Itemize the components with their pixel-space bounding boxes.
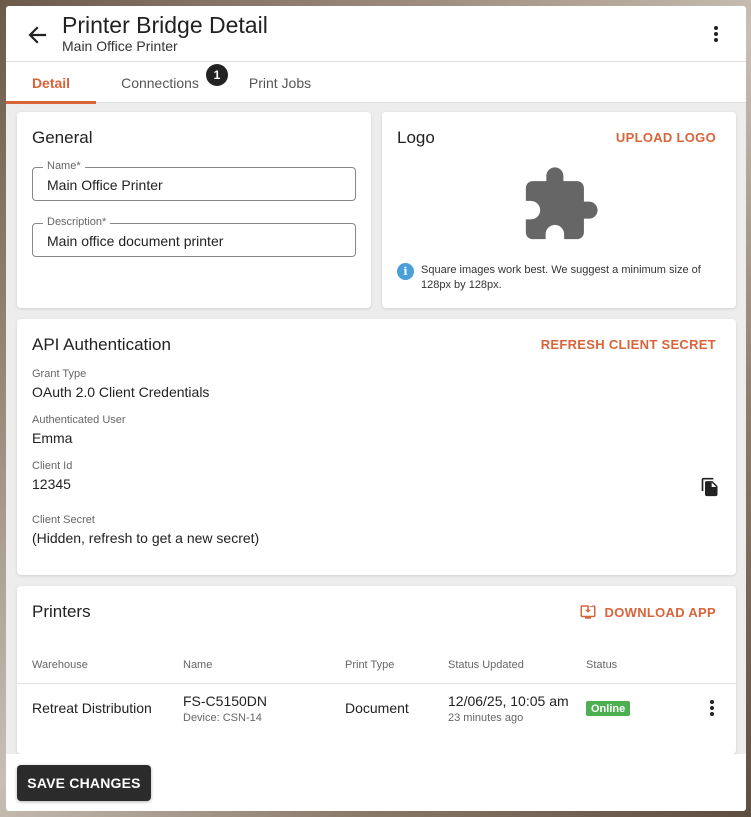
general-card: General Name* Main Office Printer Descri… — [17, 112, 371, 308]
description-field-value: Main office document printer — [47, 233, 224, 249]
row-status-updated-relative: 23 minutes ago — [448, 712, 524, 724]
row-printer-name: FS-C5150DN — [183, 693, 268, 709]
tab-print-jobs[interactable]: Print Jobs — [234, 62, 326, 103]
status-badge: Online — [586, 701, 631, 716]
logo-info-note: i Square images work best. We suggest a … — [397, 263, 722, 293]
description-field[interactable]: Description* Main office document printe… — [32, 216, 356, 257]
client-id-value: 12345 — [32, 476, 71, 492]
tab-bar: Detail Connections 1 Print Jobs — [6, 62, 746, 104]
page-title: Printer Bridge Detail — [62, 12, 268, 38]
description-field-label: Description* — [43, 216, 111, 228]
client-secret-label: Client Secret — [32, 514, 95, 526]
name-field[interactable]: Name* Main Office Printer — [32, 160, 356, 201]
connections-count-badge: 1 — [206, 64, 228, 86]
row-more-vert-icon[interactable] — [704, 698, 720, 718]
authenticated-user-value: Emma — [32, 430, 73, 446]
tab-connections[interactable]: Connections 1 — [106, 62, 228, 103]
tab-detail[interactable]: Detail — [6, 62, 96, 104]
save-changes-button[interactable]: SAVE CHANGES — [17, 765, 151, 801]
column-header-name: Name — [183, 659, 213, 671]
row-warehouse: Retreat Distribution — [32, 700, 152, 716]
grant-type-label: Grant Type — [32, 368, 87, 380]
column-header-warehouse: Warehouse — [32, 659, 88, 671]
logo-title: Logo — [397, 128, 435, 147]
table-header-divider — [17, 683, 736, 684]
row-device: Device: CSN-14 — [183, 712, 262, 724]
footer-bar: SAVE CHANGES — [6, 754, 746, 811]
general-title: General — [32, 128, 93, 147]
upload-logo-button[interactable]: UPLOAD LOGO — [616, 130, 716, 145]
column-header-status: Status — [586, 659, 618, 671]
copy-icon[interactable] — [700, 477, 720, 502]
top-bar: Printer Bridge Detail Main Office Printe… — [6, 6, 746, 62]
client-id-label: Client Id — [32, 460, 73, 472]
tab-print-jobs-label: Print Jobs — [248, 74, 312, 91]
download-app-button[interactable]: DOWNLOAD APP — [579, 603, 716, 621]
name-field-value: Main Office Printer — [47, 177, 163, 193]
back-arrow-icon[interactable] — [24, 22, 50, 48]
app-window: Printer Bridge Detail Main Office Printe… — [6, 6, 746, 811]
column-header-print-type: Print Type — [345, 659, 395, 671]
grant-type-value: OAuth 2.0 Client Credentials — [32, 384, 210, 400]
tab-connections-label: Connections — [121, 74, 199, 91]
refresh-client-secret-button[interactable]: REFRESH CLIENT SECRET — [541, 337, 716, 352]
download-app-label: DOWNLOAD APP — [604, 604, 716, 620]
download-desktop-icon — [580, 605, 596, 619]
column-header-status-updated: Status Updated — [448, 659, 524, 671]
info-icon: i — [397, 263, 414, 280]
printers-title: Printers — [32, 602, 91, 621]
tab-detail-label: Detail — [31, 74, 71, 91]
name-field-label: Name* — [43, 160, 85, 172]
page-subtitle: Main Office Printer — [62, 38, 178, 54]
row-print-type: Document — [345, 700, 409, 716]
more-vert-icon[interactable] — [706, 22, 726, 46]
logo-info-text: Square images work best. We suggest a mi… — [421, 264, 701, 291]
authenticated-user-label: Authenticated User — [32, 414, 126, 426]
logo-card: Logo UPLOAD LOGO i Square images work be… — [382, 112, 736, 308]
printers-card: Printers DOWNLOAD APP Warehouse Name Pri… — [17, 586, 736, 754]
api-title: API Authentication — [32, 335, 171, 354]
row-status-updated: 12/06/25, 10:05 am — [448, 693, 569, 709]
client-secret-value: (Hidden, refresh to get a new secret) — [32, 530, 260, 546]
puzzle-piece-icon — [519, 164, 601, 251]
api-authentication-card: API Authentication REFRESH CLIENT SECRET… — [17, 319, 736, 575]
